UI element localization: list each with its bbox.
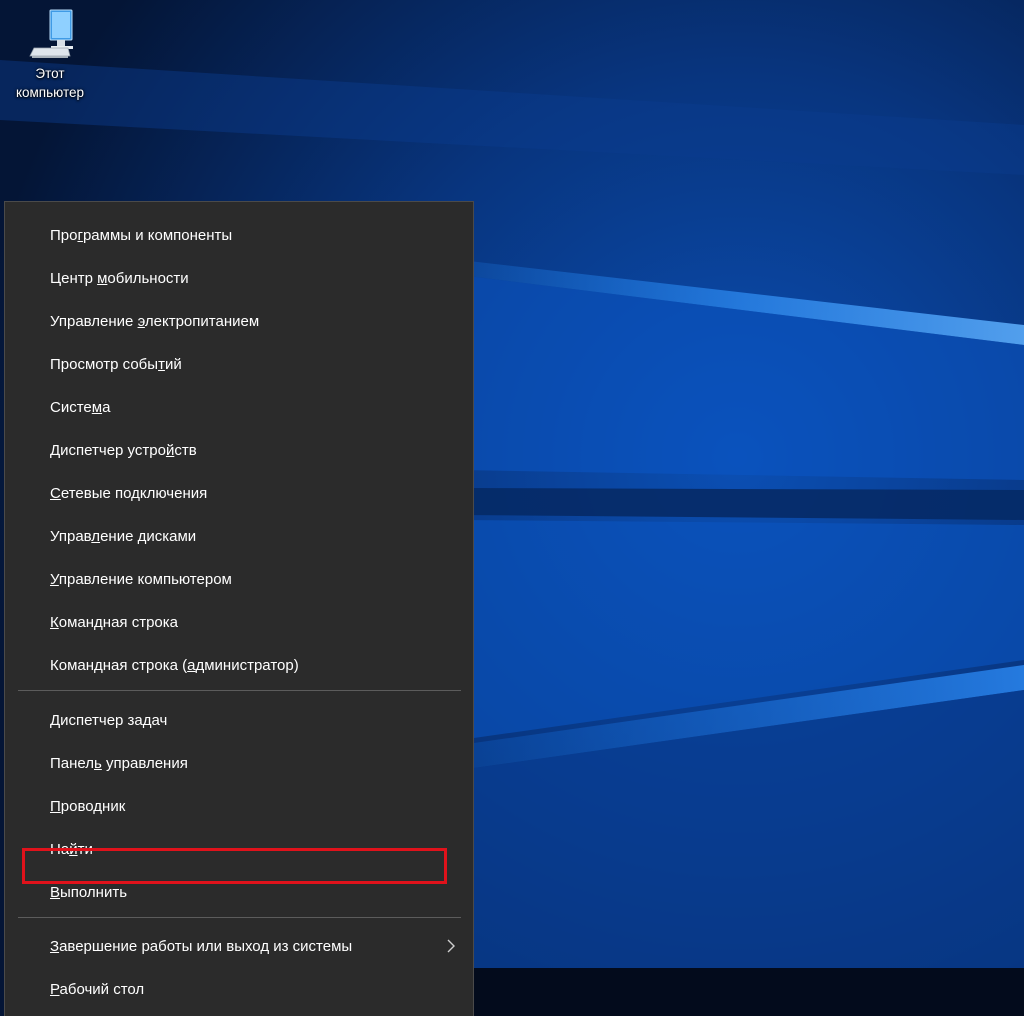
menu-item-label: Проводник	[50, 797, 126, 815]
menu-item-file-explorer[interactable]: Проводник	[5, 785, 473, 827]
menu-item-network-connections[interactable]: Сетевые подключения	[5, 472, 473, 514]
menu-item-label: Система	[50, 398, 111, 416]
menu-item-label: Выполнить	[50, 883, 128, 901]
menu-item-label: Командная строка	[50, 613, 178, 631]
menu-item-label: Диспетчер задач	[50, 711, 168, 729]
menu-item-shutdown-signout[interactable]: Завершение работы или выход из системы	[5, 925, 473, 967]
menu-item-label: Командная строка (администратор)	[50, 656, 299, 674]
menu-item-disk-management[interactable]: Управление дисками	[5, 515, 473, 557]
chevron-right-icon	[447, 939, 455, 953]
menu-item-label: Сетевые подключения	[50, 484, 208, 502]
menu-item-label: Программы и компоненты	[50, 226, 233, 244]
menu-item-mobility-center[interactable]: Центр мобильности	[5, 257, 473, 299]
menu-item-command-prompt[interactable]: Командная строка	[5, 601, 473, 643]
menu-item-label: Управление электропитанием	[50, 312, 260, 330]
menu-item-computer-management[interactable]: Управление компьютером	[5, 558, 473, 600]
menu-item-task-manager[interactable]: Диспетчер задач	[5, 699, 473, 741]
menu-item-label: Управление дисками	[50, 527, 197, 545]
power-user-menu: Программы и компоненты Центр мобильности…	[4, 201, 474, 1016]
highlight-annotation-box	[22, 848, 447, 884]
menu-item-command-prompt-admin[interactable]: Командная строка (администратор)	[5, 644, 473, 686]
menu-item-event-viewer[interactable]: Просмотр событий	[5, 343, 473, 385]
computer-icon	[29, 9, 73, 58]
desktop-icon-label-line1: Этот	[35, 66, 65, 81]
desktop: Этот компьютер Программы и компоненты Це…	[0, 0, 1024, 1016]
menu-item-label: Просмотр событий	[50, 355, 182, 373]
menu-item-control-panel[interactable]: Панель управления	[5, 742, 473, 784]
menu-item-system[interactable]: Система	[5, 386, 473, 428]
menu-item-device-manager[interactable]: Диспетчер устройств	[5, 429, 473, 471]
desktop-icon-label-line2: компьютер	[15, 85, 85, 100]
desktop-icon-this-pc[interactable]: Этот компьютер	[4, 4, 96, 102]
menu-item-label: Рабочий стол	[50, 980, 145, 998]
menu-item-label: Завершение работы или выход из системы	[50, 937, 353, 955]
menu-item-programs-features[interactable]: Программы и компоненты	[5, 214, 473, 256]
menu-item-desktop[interactable]: Рабочий стол	[5, 968, 473, 1010]
menu-item-label: Панель управления	[50, 754, 188, 772]
menu-item-label: Управление компьютером	[50, 570, 232, 588]
menu-separator	[18, 917, 461, 918]
menu-item-label: Центр мобильности	[50, 269, 189, 287]
menu-item-power-options[interactable]: Управление электропитанием	[5, 300, 473, 342]
menu-separator	[18, 690, 461, 691]
menu-item-label: Диспетчер устройств	[50, 441, 197, 459]
